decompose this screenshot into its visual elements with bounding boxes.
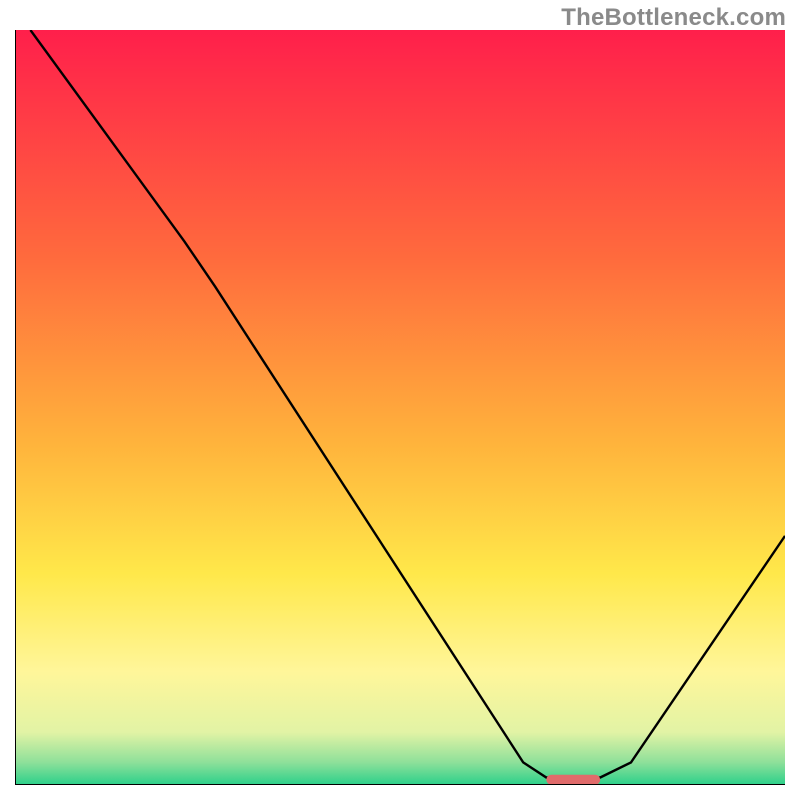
bottleneck-chart xyxy=(15,30,785,785)
chart-canvas xyxy=(15,30,785,785)
gradient-background xyxy=(15,30,785,785)
watermark-label: TheBottleneck.com xyxy=(561,4,786,32)
optimal-marker xyxy=(546,775,600,785)
